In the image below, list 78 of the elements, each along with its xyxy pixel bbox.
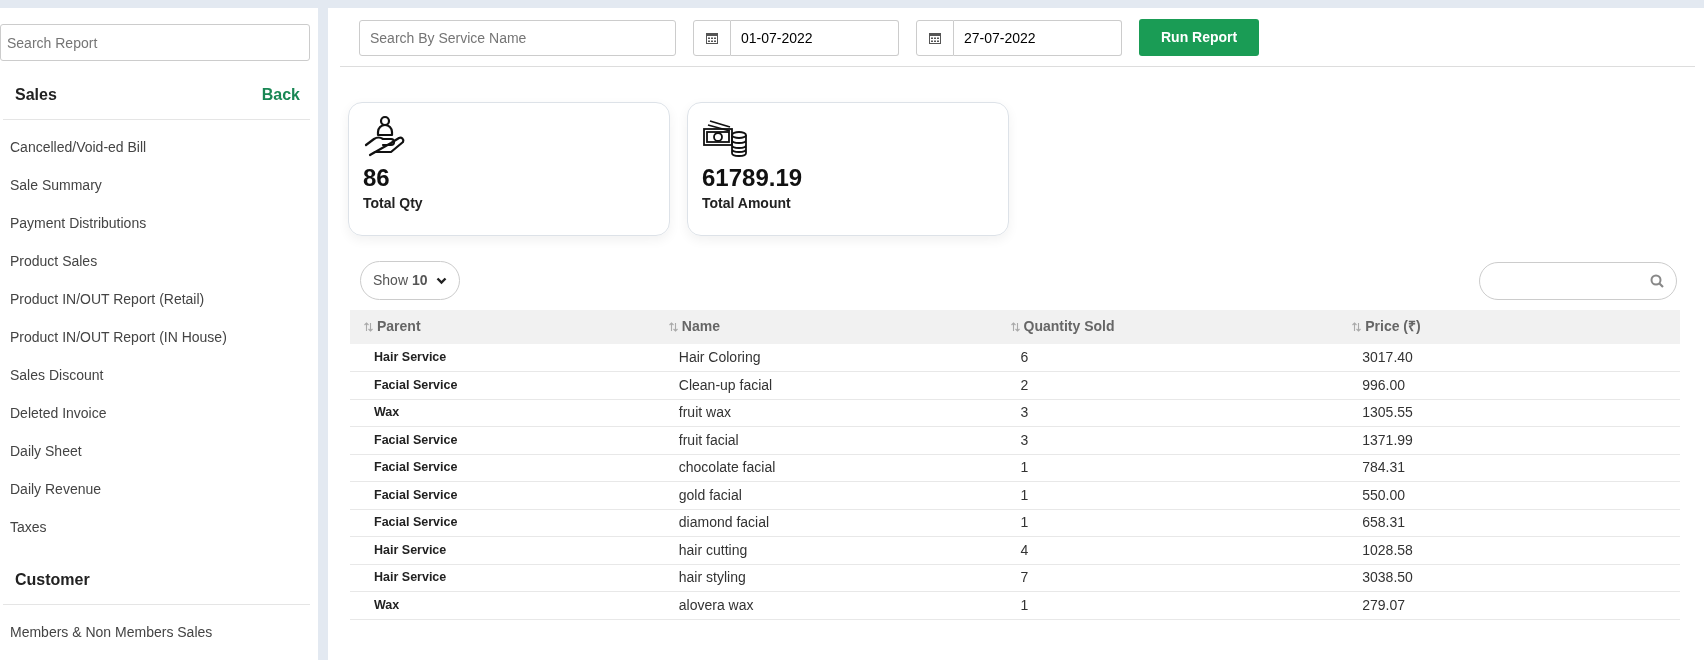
table-cell: chocolate facial xyxy=(654,454,997,482)
table-cell: 3017.40 xyxy=(1338,344,1680,372)
calendar-icon[interactable] xyxy=(706,31,718,44)
table-cell: hair styling xyxy=(654,564,997,592)
sidebar-item[interactable]: Cancelled/Void-ed Bill xyxy=(0,128,310,166)
search-icon xyxy=(1650,273,1664,288)
date-field[interactable]: 27-07-2022 xyxy=(954,19,1122,56)
table-cell: Facial Service xyxy=(350,509,655,537)
search-field[interactable]: Search By Service Name xyxy=(359,19,676,56)
section-title: Customer xyxy=(15,570,90,590)
table-cell: Facial Service xyxy=(350,426,655,454)
back-link[interactable]: Back xyxy=(261,83,300,107)
run-report-button[interactable]: Run Report xyxy=(1139,19,1260,56)
table-cell: Facial Service xyxy=(350,454,655,482)
table-cell: 3038.50 xyxy=(1338,564,1680,592)
table-cell: Hair Service xyxy=(350,564,655,592)
table-cell: 784.31 xyxy=(1338,454,1680,482)
sidebar-item[interactable]: Members & Non Members Sales xyxy=(0,613,310,651)
table-cell: Hair Coloring xyxy=(654,344,997,372)
show-entries-dropdown[interactable]: Show 10 xyxy=(360,261,460,300)
sidebar-item[interactable]: Daily Sheet xyxy=(0,432,310,470)
table-cell: 658.31 xyxy=(1338,509,1680,537)
column-header[interactable]: Name xyxy=(668,316,720,338)
table-cell: 2 xyxy=(996,371,1339,399)
table-cell: 4 xyxy=(996,536,1339,564)
table-cell: 1305.55 xyxy=(1338,399,1680,427)
table-cell: hair cutting xyxy=(654,536,997,564)
table-cell: 1 xyxy=(996,591,1339,619)
sort-icon[interactable] xyxy=(364,321,373,332)
sidebar-item[interactable]: Product IN/OUT Report (IN House) xyxy=(0,318,310,356)
table-cell: 6 xyxy=(996,344,1339,372)
table-cell: 7 xyxy=(996,564,1339,592)
sidebar-item[interactable]: Product Sales xyxy=(0,242,310,280)
table-cell: 1 xyxy=(996,509,1339,537)
table-cell: 1028.58 xyxy=(1338,536,1680,564)
sidebar-item[interactable]: Sales Discount xyxy=(0,356,310,394)
table-cell: 3 xyxy=(996,426,1339,454)
caret-icon xyxy=(435,277,447,286)
table-cell: Clean-up facial xyxy=(654,371,997,399)
table-cell: fruit wax xyxy=(654,399,997,427)
table-cell: gold facial xyxy=(654,481,997,509)
sidebar-item[interactable]: Daily Revenue xyxy=(0,470,310,508)
table-cell: 1371.99 xyxy=(1338,426,1680,454)
calendar-icon[interactable] xyxy=(929,31,941,44)
table-cell: 1 xyxy=(996,454,1339,482)
stat-value: 61789.19 xyxy=(702,163,803,193)
table-cell: Hair Service xyxy=(350,536,655,564)
table-cell: 3 xyxy=(996,399,1339,427)
table-cell: 550.00 xyxy=(1338,481,1680,509)
sidebar-item[interactable]: Sale Summary xyxy=(0,166,310,204)
date-field[interactable]: 01-07-2022 xyxy=(731,19,899,56)
table-cell: alovera wax xyxy=(654,591,997,619)
stat-label: Total Amount xyxy=(702,194,791,213)
stat-value: 86 xyxy=(363,163,390,193)
table-cell: Facial Service xyxy=(350,371,655,399)
sidebar-item[interactable]: Deleted Invoice xyxy=(0,394,310,432)
table-cell: diamond facial xyxy=(654,509,997,537)
column-header[interactable]: Parent xyxy=(364,316,421,338)
table-cell: fruit facial xyxy=(654,426,997,454)
table-cell: 1 xyxy=(996,481,1339,509)
stat-label: Total Qty xyxy=(363,194,423,213)
sort-icon[interactable] xyxy=(1352,321,1362,332)
sort-icon[interactable] xyxy=(1010,321,1020,332)
sidebar-item[interactable]: Taxes xyxy=(0,508,310,546)
table-cell: Wax xyxy=(350,399,655,427)
sort-icon[interactable] xyxy=(668,321,678,332)
column-header[interactable]: Price (₹) xyxy=(1352,316,1421,338)
column-header[interactable]: Quantity Sold xyxy=(1010,316,1115,338)
sidebar-item[interactable]: Payment Distributions xyxy=(0,204,310,242)
section-title: Sales xyxy=(15,85,57,105)
table-cell: Facial Service xyxy=(350,481,655,509)
table-cell: Hair Service xyxy=(350,344,655,372)
search-field[interactable]: Search Report xyxy=(0,24,310,61)
table-cell: 279.07 xyxy=(1338,591,1680,619)
sidebar-item[interactable]: Product IN/OUT Report (Retail) xyxy=(0,280,310,318)
hand-person-icon xyxy=(363,115,407,157)
table-cell: 996.00 xyxy=(1338,371,1680,399)
table-cell: Wax xyxy=(350,591,655,619)
